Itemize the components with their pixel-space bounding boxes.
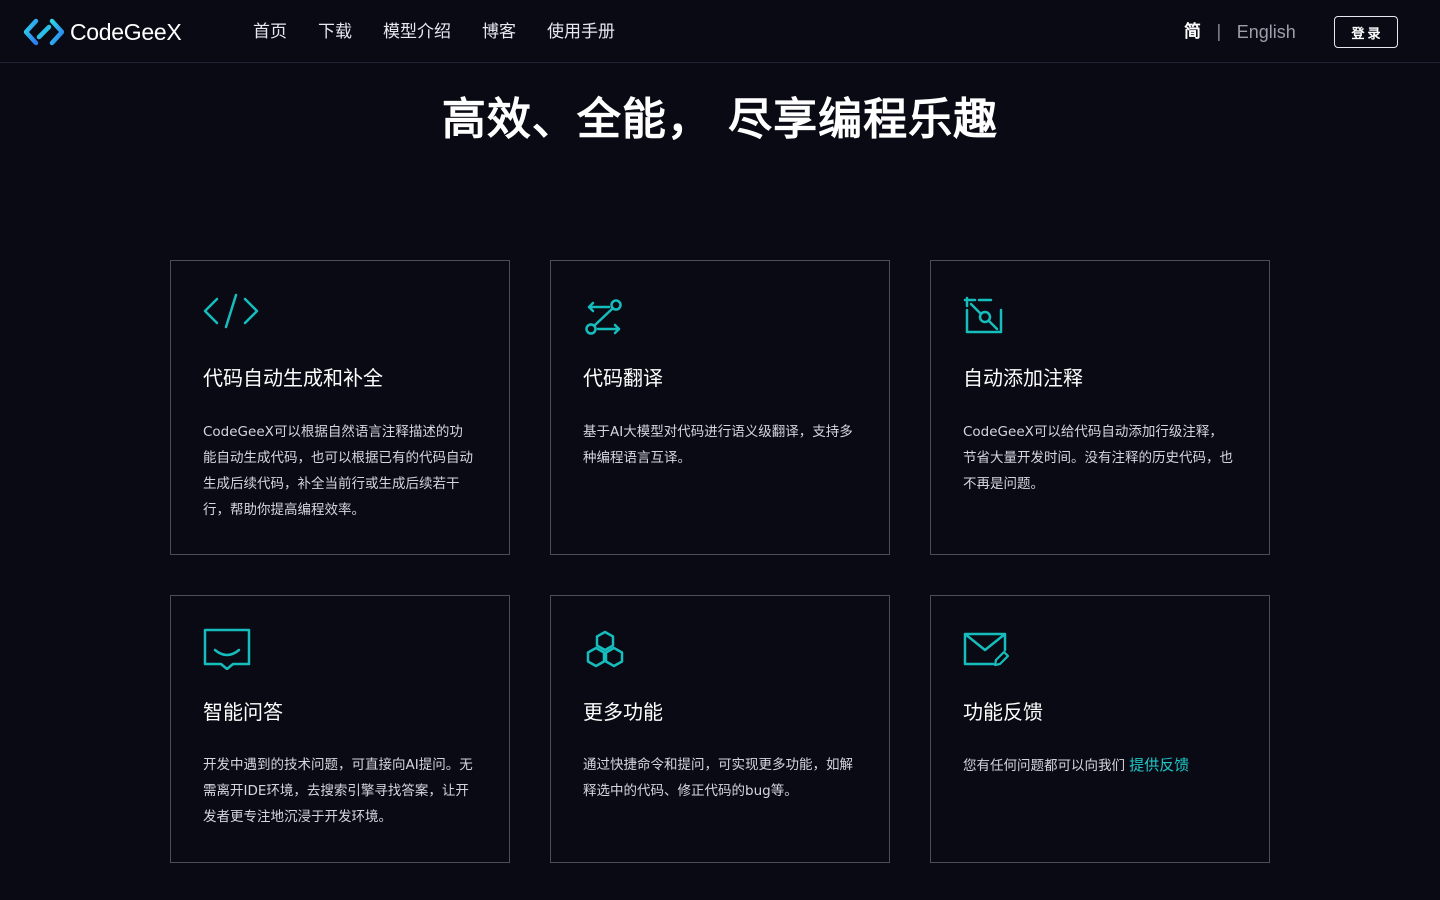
feature-card-feedback: 功能反馈 您有任何问题都可以向我们 提供反馈 (930, 595, 1270, 863)
nav-item-blog[interactable]: 博客 (482, 20, 516, 44)
nav-item-download[interactable]: 下载 (318, 20, 352, 44)
feature-description: CodeGeeX可以给代码自动添加行级注释，节省大量开发时间。没有注释的历史代码… (963, 424, 1233, 492)
feature-card-qa: 智能问答 开发中遇到的技术问题，可直接向AI提问。无需离开IDE环境，去搜索引擎… (170, 595, 510, 863)
hero-title: 高效、全能， 尽享编程乐趣 (441, 94, 999, 145)
feature-title: 更多功能 (583, 700, 663, 724)
feature-title: 功能反馈 (963, 700, 1043, 724)
feature-card-translate: 代码翻译 基于AI大模型对代码进行语义级翻译，支持多种编程语言互译。 (550, 260, 890, 555)
feature-title: 智能问答 (203, 700, 283, 724)
code-icon (203, 293, 259, 329)
mail-edit-icon (963, 632, 1009, 667)
language-switcher: 简 | English (1184, 20, 1296, 44)
feature-title: 代码自动生成和补全 (203, 366, 383, 390)
logo[interactable]: CodeGeeX (24, 17, 182, 47)
feature-card-comment: 自动添加注释 CodeGeeX可以给代码自动添加行级注释，节省大量开发时间。没有… (930, 260, 1270, 555)
feature-title: 代码翻译 (583, 366, 663, 390)
feature-description: 您有任何问题都可以向我们 提供反馈 (963, 752, 1235, 779)
nav-item-model-intro[interactable]: 模型介绍 (383, 20, 451, 44)
codegeex-logo-icon (24, 18, 64, 46)
logo-text: CodeGeeX (70, 18, 182, 45)
feature-title: 自动添加注释 (963, 366, 1083, 390)
main-nav: 首页 下载 模型介绍 博客 使用手册 (253, 20, 646, 44)
feedback-link[interactable]: 提供反馈 (1129, 756, 1189, 774)
lang-separator: | (1216, 22, 1222, 42)
translate-icon (585, 299, 622, 335)
feature-description: 开发中遇到的技术问题，可直接向AI提问。无需离开IDE环境，去搜索引擎寻找答案，… (203, 757, 473, 825)
feature-description: 基于AI大模型对代码进行语义级翻译，支持多种编程语言互译。 (583, 424, 853, 466)
feedback-text: 您有任何问题都可以向我们 (963, 758, 1125, 774)
nav-item-home[interactable]: 首页 (253, 20, 287, 44)
feature-card-more: 更多功能 通过快捷命令和提问，可实现更多功能，如解释选中的代码、修正代码的bug… (550, 595, 890, 863)
lang-english[interactable]: English (1237, 20, 1296, 44)
feature-card-code-gen: 代码自动生成和补全 CodeGeeX可以根据自然语言注释描述的功能自动生成代码，… (170, 260, 510, 555)
comment-icon (963, 296, 1003, 334)
login-button[interactable]: 登录 (1334, 16, 1398, 48)
top-header: CodeGeeX 首页 下载 模型介绍 博客 使用手册 简 | English … (0, 0, 1440, 63)
feature-description: 通过快捷命令和提问，可实现更多功能，如解释选中的代码、修正代码的bug等。 (583, 757, 853, 799)
chat-icon (203, 628, 251, 670)
feature-description: CodeGeeX可以根据自然语言注释描述的功能自动生成代码，也可以根据已有的代码… (203, 424, 473, 518)
lang-chinese[interactable]: 简 (1184, 20, 1201, 44)
nav-item-manual[interactable]: 使用手册 (547, 20, 615, 44)
cubes-icon (586, 630, 624, 668)
